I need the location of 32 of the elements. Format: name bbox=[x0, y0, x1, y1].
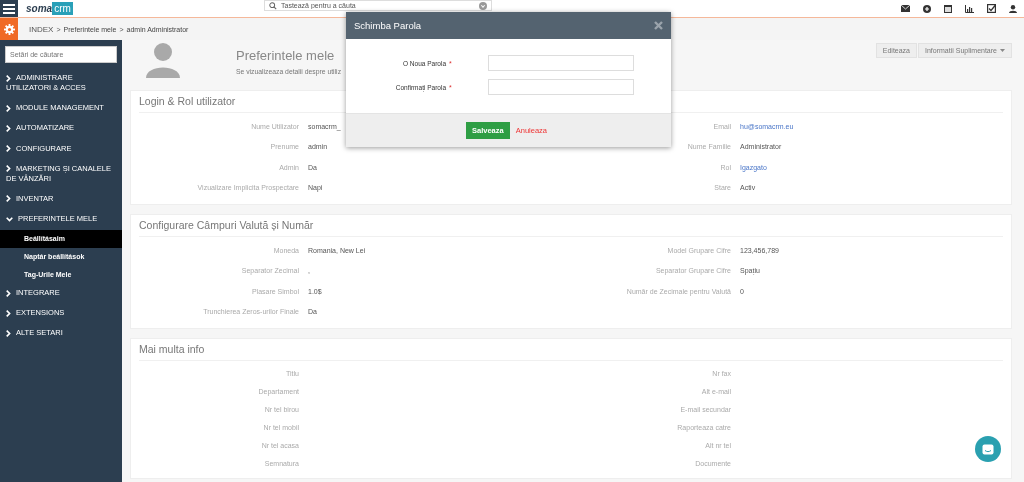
menu-button[interactable] bbox=[0, 0, 18, 17]
page-title: Preferintele mele bbox=[236, 48, 336, 63]
breadcrumb-link[interactable]: INDEX bbox=[29, 24, 54, 34]
menu-icon bbox=[3, 3, 15, 14]
chevron-right-icon bbox=[6, 104, 11, 112]
calendar-icon[interactable] bbox=[944, 4, 952, 13]
search-icon bbox=[269, 1, 277, 10]
bar-chart-icon[interactable] bbox=[965, 4, 974, 13]
logo-text: soma bbox=[26, 3, 53, 14]
section-title: Configurare Câmpuri Valută și Număr bbox=[139, 215, 1003, 237]
caret-icon bbox=[1000, 49, 1005, 52]
user-icon[interactable] bbox=[1009, 4, 1017, 13]
chevron-right-icon bbox=[6, 329, 11, 337]
dialog-title: Schimba Parola bbox=[354, 20, 422, 31]
password-field[interactable] bbox=[488, 79, 634, 95]
chevron-right-icon bbox=[6, 195, 11, 203]
envelope-icon[interactable] bbox=[901, 5, 910, 12]
chevron-right-icon bbox=[6, 165, 11, 173]
chevron-right-icon bbox=[6, 124, 11, 132]
plus-circle-icon[interactable] bbox=[923, 4, 931, 13]
settings-icon bbox=[3, 23, 15, 35]
chevron-right-icon bbox=[6, 74, 11, 82]
chevron-down-icon bbox=[6, 216, 13, 222]
chat-icon bbox=[982, 443, 994, 455]
checkbox-icon[interactable] bbox=[987, 4, 996, 13]
avatar-icon bbox=[145, 42, 181, 78]
logo-badge: crm bbox=[52, 2, 73, 15]
chevron-right-icon bbox=[6, 309, 11, 317]
password-field[interactable] bbox=[488, 55, 634, 71]
chevron-right-icon bbox=[6, 145, 11, 152]
chevron-right-icon bbox=[6, 289, 11, 297]
section-title: Mai multa info bbox=[139, 339, 1003, 361]
